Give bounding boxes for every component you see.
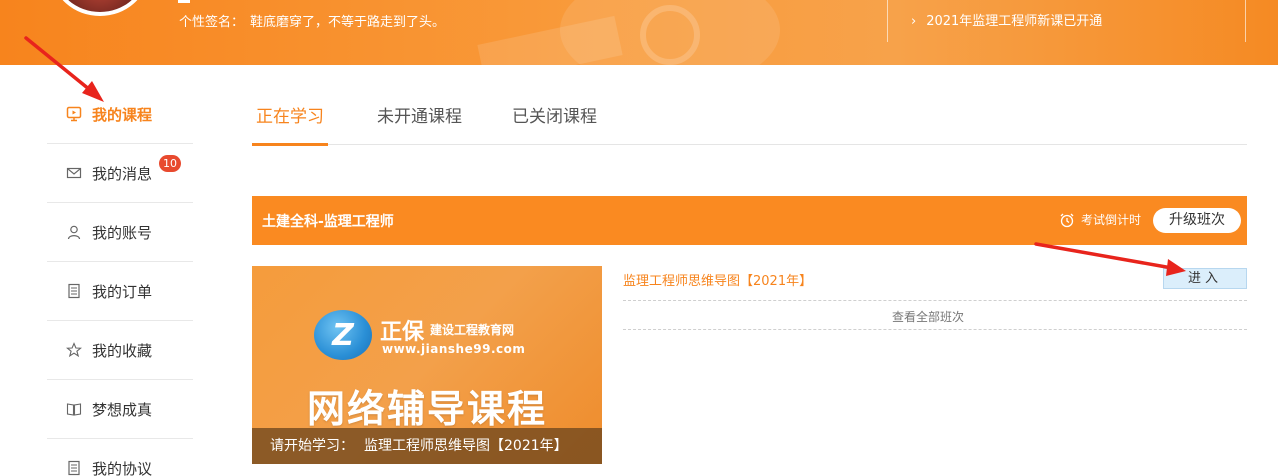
progress-lesson: 监理工程师思维导图【2021年】 [364,438,568,454]
banner-divider [1245,0,1246,42]
exam-countdown[interactable]: 考试倒计时 [1059,211,1141,228]
tab-not-activated[interactable]: 未开通课程 [373,98,466,145]
sidebar-item-my-account[interactable]: 我的账号 [47,203,193,262]
brand-subtitle: 建设工程教育网 [430,323,515,337]
notice-link[interactable]: › 2021年监理工程师新课已开通 [911,10,1102,29]
banner-divider [887,0,888,42]
enter-button[interactable]: 进入 [1163,268,1247,289]
sidebar-item-label: 我的协议 [92,459,153,476]
course-header: 土建全科-监理工程师 考试倒计时 升级班次 [252,196,1247,245]
view-all-classes-link[interactable]: 查看全部班次 [892,308,964,325]
book-icon [65,400,83,418]
user-icon [65,223,83,241]
sidebar-item-label: 我的课程 [92,105,153,124]
divider [623,329,1247,330]
sidebar-item-my-agreements[interactable]: 我的协议 [47,439,193,476]
envelope-icon [65,164,83,182]
star-icon [65,341,83,359]
banner-decoration [477,15,623,65]
countdown-label: 考试倒计时 [1081,213,1142,227]
sidebar-item-label: 我的收藏 [92,341,153,360]
unread-badge: 10 [159,155,181,172]
brand-site: www.jianshe99.com [382,342,526,356]
document-icon [65,459,83,476]
avatar[interactable] [52,0,148,16]
tab-closed[interactable]: 已关闭课程 [508,98,601,145]
alarm-clock-icon [1059,212,1075,228]
thumbnail-headline: 网络辅导课程 [307,387,548,431]
logo-letter: Z [332,317,354,353]
chevron-right-icon: › [911,14,917,29]
progress-prefix: 请开始学习： [270,438,354,454]
sidebar-item-my-courses[interactable]: 我的课程 [47,85,193,144]
course-thumbnail[interactable]: Z 正保 建设工程教育网 www.jianshe99.com 网络辅导课程 请开… [252,266,602,464]
divider [623,300,1247,301]
brand-logo-icon: Z [314,310,372,360]
sidebar-item-label: 我的账号 [92,223,153,242]
banner-decoration [640,5,700,65]
course-title: 土建全科-监理工程师 [262,213,394,230]
sidebar-item-dream[interactable]: 梦想成真 [47,380,193,439]
notice-text: 2021年监理工程师新课已开通 [926,14,1103,29]
sidebar-item-my-favorites[interactable]: 我的收藏 [47,321,193,380]
signature-text: 鞋底磨穿了，不等于路走到了头。 [250,15,446,30]
lesson-link[interactable]: 监理工程师思维导图【2021年】 [623,270,812,289]
study-progress-strip: 请开始学习：监理工程师思维导图【2021年】0% [252,428,602,464]
profile-banner: 个性签名： 鞋底磨穿了，不等于路走到了头。 › 2021年监理工程师新课已开通 [0,0,1278,65]
sidebar-item-label: 我的订单 [92,282,153,301]
course-tabs: 正在学习 未开通课程 已关闭课程 [252,98,1247,146]
sidebar-nav: 我的课程 我的消息 10 我的账号 我的订单 我的收藏 梦想成真 我的协议 [47,85,193,476]
username-underline [178,0,190,3]
play-screen-icon [65,105,83,123]
tab-studying[interactable]: 正在学习 [252,98,328,146]
sidebar-item-label: 梦想成真 [92,400,153,419]
upgrade-class-button[interactable]: 升级班次 [1153,208,1241,233]
signature: 个性签名： 鞋底磨穿了，不等于路走到了头。 [179,11,445,30]
sidebar-item-my-orders[interactable]: 我的订单 [47,262,193,321]
document-icon [65,282,83,300]
signature-label: 个性签名： [179,15,245,30]
sidebar-item-label: 我的消息 [92,164,153,183]
sidebar-item-my-messages[interactable]: 我的消息 10 [47,144,193,203]
